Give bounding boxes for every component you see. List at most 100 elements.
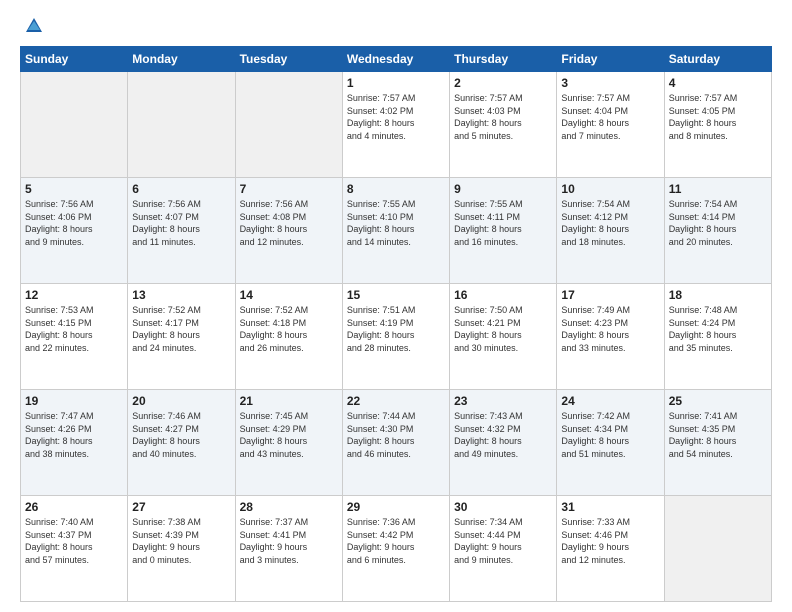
day-info: Sunrise: 7:45 AMSunset: 4:29 PMDaylight:…: [240, 410, 338, 460]
calendar-week-row: 19Sunrise: 7:47 AMSunset: 4:26 PMDayligh…: [21, 390, 772, 496]
day-info: Sunrise: 7:53 AMSunset: 4:15 PMDaylight:…: [25, 304, 123, 354]
calendar-cell: 30 Sunrise: 7:34 AMSunset: 4:44 PMDayligh…: [450, 496, 557, 602]
calendar-cell: 4 Sunrise: 7:57 AMSunset: 4:05 PMDaylight…: [664, 72, 771, 178]
calendar-cell: 23 Sunrise: 7:43 AMSunset: 4:32 PMDayligh…: [450, 390, 557, 496]
day-number: 29: [347, 500, 445, 514]
day-number: 6: [132, 182, 230, 196]
day-number: 23: [454, 394, 552, 408]
day-number: 13: [132, 288, 230, 302]
day-number: 7: [240, 182, 338, 196]
calendar-cell: [664, 496, 771, 602]
day-info: Sunrise: 7:56 AMSunset: 4:06 PMDaylight:…: [25, 198, 123, 248]
calendar-table: SundayMondayTuesdayWednesdayThursdayFrid…: [20, 46, 772, 602]
day-info: Sunrise: 7:57 AMSunset: 4:05 PMDaylight:…: [669, 92, 767, 142]
day-info: Sunrise: 7:56 AMSunset: 4:08 PMDaylight:…: [240, 198, 338, 248]
day-number: 14: [240, 288, 338, 302]
day-info: Sunrise: 7:43 AMSunset: 4:32 PMDaylight:…: [454, 410, 552, 460]
day-number: 11: [669, 182, 767, 196]
day-number: 12: [25, 288, 123, 302]
day-number: 1: [347, 76, 445, 90]
calendar-cell: [128, 72, 235, 178]
day-info: Sunrise: 7:51 AMSunset: 4:19 PMDaylight:…: [347, 304, 445, 354]
calendar-cell: 18 Sunrise: 7:48 AMSunset: 4:24 PMDayligh…: [664, 284, 771, 390]
calendar-cell: 13 Sunrise: 7:52 AMSunset: 4:17 PMDayligh…: [128, 284, 235, 390]
day-number: 4: [669, 76, 767, 90]
calendar-cell: 26 Sunrise: 7:40 AMSunset: 4:37 PMDayligh…: [21, 496, 128, 602]
day-number: 31: [561, 500, 659, 514]
calendar-week-row: 1 Sunrise: 7:57 AMSunset: 4:02 PMDaylight…: [21, 72, 772, 178]
logo-icon: [24, 16, 44, 36]
day-info: Sunrise: 7:55 AMSunset: 4:10 PMDaylight:…: [347, 198, 445, 248]
day-info: Sunrise: 7:56 AMSunset: 4:07 PMDaylight:…: [132, 198, 230, 248]
calendar-week-row: 12 Sunrise: 7:53 AMSunset: 4:15 PMDayligh…: [21, 284, 772, 390]
day-info: Sunrise: 7:33 AMSunset: 4:46 PMDaylight:…: [561, 516, 659, 566]
day-header-saturday: Saturday: [664, 47, 771, 72]
calendar-cell: 21 Sunrise: 7:45 AMSunset: 4:29 PMDayligh…: [235, 390, 342, 496]
calendar-cell: 22Sunrise: 7:44 AMSunset: 4:30 PMDayligh…: [342, 390, 449, 496]
day-number: 2: [454, 76, 552, 90]
calendar-cell: [235, 72, 342, 178]
day-number: 18: [669, 288, 767, 302]
day-number: 24: [561, 394, 659, 408]
day-info: Sunrise: 7:47 AMSunset: 4:26 PMDaylight:…: [25, 410, 123, 460]
calendar-cell: 28 Sunrise: 7:37 AMSunset: 4:41 PMDayligh…: [235, 496, 342, 602]
day-number: 15: [347, 288, 445, 302]
header: [20, 16, 772, 36]
logo: [20, 16, 44, 36]
day-header-monday: Monday: [128, 47, 235, 72]
calendar-cell: 7 Sunrise: 7:56 AMSunset: 4:08 PMDaylight…: [235, 178, 342, 284]
calendar-cell: 11 Sunrise: 7:54 AMSunset: 4:14 PMDayligh…: [664, 178, 771, 284]
day-number: 20: [132, 394, 230, 408]
day-info: Sunrise: 7:36 AMSunset: 4:42 PMDaylight:…: [347, 516, 445, 566]
day-info: Sunrise: 7:54 AMSunset: 4:12 PMDaylight:…: [561, 198, 659, 248]
day-number: 30: [454, 500, 552, 514]
calendar-cell: 6 Sunrise: 7:56 AMSunset: 4:07 PMDaylight…: [128, 178, 235, 284]
calendar-cell: 27Sunrise: 7:38 AMSunset: 4:39 PMDayligh…: [128, 496, 235, 602]
calendar-cell: 8 Sunrise: 7:55 AMSunset: 4:10 PMDaylight…: [342, 178, 449, 284]
calendar-cell: 5 Sunrise: 7:56 AMSunset: 4:06 PMDaylight…: [21, 178, 128, 284]
day-info: Sunrise: 7:40 AMSunset: 4:37 PMDaylight:…: [25, 516, 123, 566]
day-info: Sunrise: 7:52 AMSunset: 4:17 PMDaylight:…: [132, 304, 230, 354]
calendar-cell: 17 Sunrise: 7:49 AMSunset: 4:23 PMDayligh…: [557, 284, 664, 390]
day-info: Sunrise: 7:41 AMSunset: 4:35 PMDaylight:…: [669, 410, 767, 460]
page: SundayMondayTuesdayWednesdayThursdayFrid…: [0, 0, 792, 612]
day-info: Sunrise: 7:57 AMSunset: 4:04 PMDaylight:…: [561, 92, 659, 142]
day-info: Sunrise: 7:52 AMSunset: 4:18 PMDaylight:…: [240, 304, 338, 354]
day-header-wednesday: Wednesday: [342, 47, 449, 72]
day-number: 17: [561, 288, 659, 302]
calendar-cell: 19Sunrise: 7:47 AMSunset: 4:26 PMDayligh…: [21, 390, 128, 496]
day-number: 25: [669, 394, 767, 408]
calendar-cell: 31 Sunrise: 7:33 AMSunset: 4:46 PMDayligh…: [557, 496, 664, 602]
day-number: 26: [25, 500, 123, 514]
calendar-cell: 15 Sunrise: 7:51 AMSunset: 4:19 PMDayligh…: [342, 284, 449, 390]
header-row: SundayMondayTuesdayWednesdayThursdayFrid…: [21, 47, 772, 72]
day-info: Sunrise: 7:54 AMSunset: 4:14 PMDaylight:…: [669, 198, 767, 248]
day-info: Sunrise: 7:44 AMSunset: 4:30 PMDaylight:…: [347, 410, 445, 460]
calendar-week-row: 5 Sunrise: 7:56 AMSunset: 4:06 PMDaylight…: [21, 178, 772, 284]
calendar-cell: 10Sunrise: 7:54 AMSunset: 4:12 PMDayligh…: [557, 178, 664, 284]
day-number: 9: [454, 182, 552, 196]
calendar-cell: 16Sunrise: 7:50 AMSunset: 4:21 PMDayligh…: [450, 284, 557, 390]
day-info: Sunrise: 7:34 AMSunset: 4:44 PMDaylight:…: [454, 516, 552, 566]
calendar-cell: 2Sunrise: 7:57 AMSunset: 4:03 PMDaylight…: [450, 72, 557, 178]
day-number: 21: [240, 394, 338, 408]
calendar-cell: 14 Sunrise: 7:52 AMSunset: 4:18 PMDayligh…: [235, 284, 342, 390]
day-header-friday: Friday: [557, 47, 664, 72]
day-info: Sunrise: 7:48 AMSunset: 4:24 PMDaylight:…: [669, 304, 767, 354]
day-info: Sunrise: 7:37 AMSunset: 4:41 PMDaylight:…: [240, 516, 338, 566]
calendar-week-row: 26 Sunrise: 7:40 AMSunset: 4:37 PMDayligh…: [21, 496, 772, 602]
calendar-cell: 1 Sunrise: 7:57 AMSunset: 4:02 PMDaylight…: [342, 72, 449, 178]
day-info: Sunrise: 7:38 AMSunset: 4:39 PMDaylight:…: [132, 516, 230, 566]
day-number: 5: [25, 182, 123, 196]
calendar-cell: 9Sunrise: 7:55 AMSunset: 4:11 PMDaylight…: [450, 178, 557, 284]
day-number: 28: [240, 500, 338, 514]
calendar-cell: 3Sunrise: 7:57 AMSunset: 4:04 PMDaylight…: [557, 72, 664, 178]
day-info: Sunrise: 7:42 AMSunset: 4:34 PMDaylight:…: [561, 410, 659, 460]
day-number: 8: [347, 182, 445, 196]
day-info: Sunrise: 7:49 AMSunset: 4:23 PMDaylight:…: [561, 304, 659, 354]
calendar-cell: 20Sunrise: 7:46 AMSunset: 4:27 PMDayligh…: [128, 390, 235, 496]
day-info: Sunrise: 7:50 AMSunset: 4:21 PMDaylight:…: [454, 304, 552, 354]
day-info: Sunrise: 7:57 AMSunset: 4:02 PMDaylight:…: [347, 92, 445, 142]
calendar-cell: [21, 72, 128, 178]
calendar-cell: 24 Sunrise: 7:42 AMSunset: 4:34 PMDayligh…: [557, 390, 664, 496]
